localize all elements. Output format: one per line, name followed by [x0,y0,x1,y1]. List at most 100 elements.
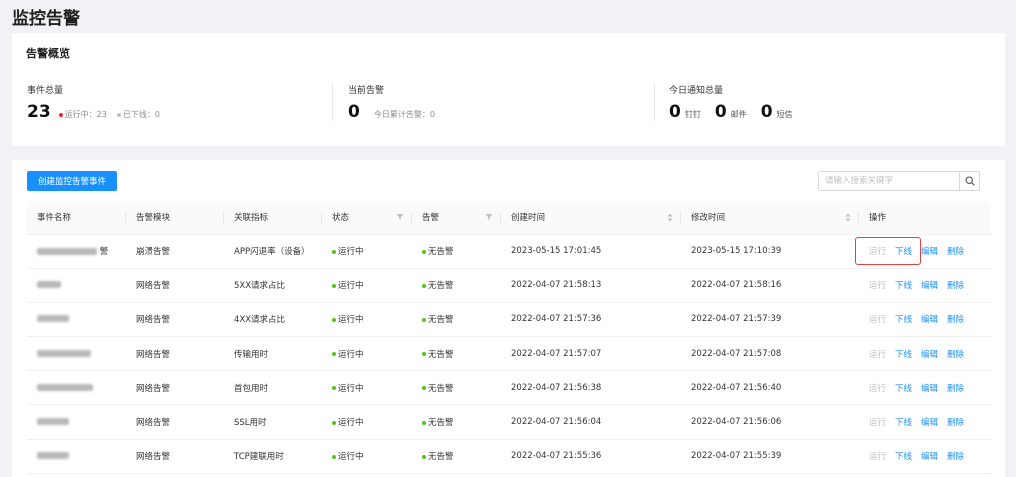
event-name-cell: 警 [27,234,126,269]
run-action: 运行 [869,383,887,394]
delete-action[interactable]: 删除 [947,315,964,325]
alert-cell: 无告警 [412,336,501,372]
status-cell: 运行中 [322,234,412,269]
table-row: 网络告警 4XX请求占比 运行中 无告警 2022-04-07 21:57:36… [27,302,991,338]
total-events-value: 23 [27,102,51,122]
redacted-event-name [37,281,61,289]
module-cell: 崩溃告警 [126,234,224,269]
delete-action[interactable]: 删除 [947,452,964,462]
alert-dot-icon [422,249,426,254]
run-action: 运行 [869,452,887,463]
status-dot-icon [332,352,336,357]
redacted-event-name [37,315,69,323]
total-events-label: 事件总量 [27,86,64,96]
edit-action[interactable]: 编辑 [921,452,938,462]
table-row: 网络告警 首包用时 运行中 无告警 2022-04-07 21:56:38 20… [27,370,991,406]
search-icon [964,176,975,186]
actions-cell: 运行 下线 编辑 删除 [859,268,991,303]
col-header-modified-time[interactable]: 修改时间 [681,201,859,235]
dingtalk-label: 钉钉 [684,110,701,119]
edit-action[interactable]: 编辑 [921,281,938,291]
alert-cell: 无告警 [412,404,501,440]
col-header-created-time[interactable]: 创建时间 [501,201,681,235]
filter-icon[interactable] [485,213,493,221]
event-name-cell [27,404,126,440]
offline-action[interactable]: 下线 [895,247,912,257]
module-cell: 网络告警 [126,268,224,303]
stat-divider [654,83,655,121]
status-dot-icon [332,420,336,425]
create-alert-event-button[interactable]: 创建监控告警事件 [27,171,117,191]
edit-action[interactable]: 编辑 [921,418,938,428]
alert-dot-icon [422,454,426,459]
event-name-cell [27,336,126,372]
filter-icon[interactable] [396,213,404,221]
table-header-row: 事件名称 告警模块 关联指标 状态 告警 创建时间 修改时间 操作 [27,201,991,235]
modified-time-cell: 2022-04-07 21:55:39 [681,439,859,474]
edit-action[interactable]: 编辑 [921,315,938,325]
event-name-cell [27,370,126,406]
offline-action[interactable]: 下线 [895,350,912,360]
alert-events-table: 事件名称 告警模块 关联指标 状态 告警 创建时间 修改时间 操作 警 崩溃告警… [27,201,991,474]
status-cell: 运行中 [322,370,412,406]
status-dot-icon [332,317,336,322]
offline-action[interactable]: 下线 [895,315,912,325]
alert-overview-card: 告警概览 事件总量 23 运行中：23 已下线：0 当前告警 0 今日累计告警：… [12,33,1005,146]
actions-cell: 运行 下线 编辑 删除 [859,302,991,338]
total-events-stat: 事件总量 23 运行中：23 已下线：0 [27,83,160,122]
offline-action[interactable]: 下线 [895,452,912,462]
overview-title: 告警概览 [26,47,70,60]
modified-time-cell: 2022-04-07 21:58:16 [681,268,859,303]
module-cell: 网络告警 [126,404,224,440]
delete-action[interactable]: 删除 [947,350,964,360]
alert-dot-icon [422,283,426,288]
sort-icon[interactable] [667,213,673,222]
offline-action[interactable]: 下线 [895,418,912,428]
search-button[interactable] [959,172,979,190]
edit-action[interactable]: 编辑 [921,384,938,394]
module-cell: 网络告警 [126,336,224,372]
run-action: 运行 [869,247,887,258]
actions-cell: 运行 下线 编辑 删除 [859,439,991,474]
alert-cell: 无告警 [412,268,501,303]
alert-events-card: 创建监控告警事件 事件名称 告警模块 关联指标 状态 告警 创建时间 [12,160,1005,477]
event-name-cell [27,302,126,338]
metric-cell: 5XX请求占比 [224,268,322,303]
module-cell: 网络告警 [126,370,224,406]
alert-cell: 无告警 [412,439,501,474]
search-input[interactable] [819,172,959,190]
page-title: 监控告警 [12,9,80,29]
alert-dot-icon [422,386,426,391]
col-header-alert[interactable]: 告警 [412,201,501,235]
current-alerts-value: 0 [348,102,360,122]
table-row: 网络告警 TCP建联用时 运行中 无告警 2022-04-07 21:55:36… [27,439,991,474]
col-header-status[interactable]: 状态 [322,201,412,235]
alert-cell: 无告警 [412,370,501,406]
delete-action[interactable]: 删除 [947,247,964,257]
col-header-module: 告警模块 [126,201,224,235]
offline-action[interactable]: 下线 [895,281,912,291]
redacted-event-name [37,418,69,426]
actions-cell: 运行 下线 编辑 删除 [859,336,991,372]
table-row: 网络告警 5XX请求占比 运行中 无告警 2022-04-07 21:58:13… [27,268,991,303]
edit-action[interactable]: 编辑 [921,247,938,257]
edit-action[interactable]: 编辑 [921,350,938,360]
alert-dot-icon [422,420,426,425]
delete-action[interactable]: 删除 [947,384,964,394]
redacted-event-name [37,248,97,256]
actions-cell: 运行 下线 编辑 删除 [859,234,991,269]
sms-count: 0 [760,102,773,122]
status-cell: 运行中 [322,268,412,303]
delete-action[interactable]: 删除 [947,281,964,291]
offline-action[interactable]: 下线 [895,384,912,394]
table-row: 警 崩溃告警 APP闪退率（设备） 运行中 无告警 2023-05-15 17:… [27,234,991,269]
sort-icon[interactable] [845,213,851,222]
modified-time-cell: 2022-04-07 21:56:06 [681,404,859,440]
sms-label: 短信 [776,110,793,119]
modified-time-cell: 2022-04-07 21:57:08 [681,336,859,372]
delete-action[interactable]: 删除 [947,418,964,428]
current-alerts-label: 当前告警 [348,86,385,96]
offline-count: 已下线：0 [116,109,160,120]
metric-cell: TCP建联用时 [224,439,322,474]
col-header-metric: 关联指标 [224,201,322,235]
